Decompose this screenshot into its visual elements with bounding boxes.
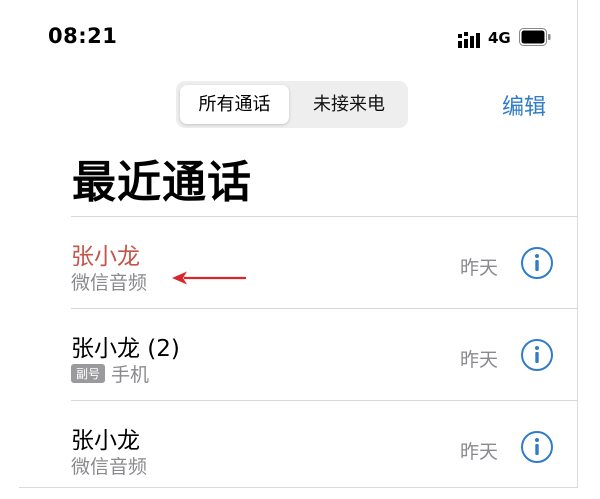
info-icon[interactable] [520, 338, 554, 372]
page-title: 最近通话 [72, 157, 252, 208]
info-icon[interactable] [520, 430, 554, 464]
call-filter-segmented-control: 所有通话 未接来电 [176, 81, 408, 128]
call-date: 昨天 [460, 349, 499, 371]
battery-icon [519, 28, 551, 46]
caller-name: 张小龙 [71, 244, 140, 270]
network-type: 4G [488, 29, 511, 47]
cellular-signal-icon [458, 32, 480, 48]
caller-name: 张小龙 [71, 428, 140, 454]
segment-all-calls[interactable]: 所有通话 [180, 85, 289, 124]
call-type-label: 微信音频 [71, 272, 148, 294]
call-date: 昨天 [460, 441, 499, 463]
call-date: 昨天 [460, 257, 499, 279]
status-time: 08:21 [48, 24, 118, 48]
status-bar: 08:21 4G [19, 0, 577, 70]
call-row-2[interactable]: 张小龙 (2) 副号 手机 昨天 [71, 309, 577, 400]
edit-button[interactable]: 编辑 [502, 89, 546, 121]
call-type-label: 微信音频 [71, 456, 148, 478]
red-arrow-annotation-icon [172, 271, 246, 285]
phone-screen: 08:21 4G 所有通话 未接来电 编辑 最近通话 张小龙 微信音频 昨天 张… [19, 0, 578, 488]
call-row-3[interactable]: 张小龙 微信音频 昨天 [71, 401, 577, 487]
caller-name: 张小龙 (2) [71, 336, 180, 362]
info-icon[interactable] [520, 246, 554, 280]
segment-missed-calls[interactable]: 未接来电 [294, 85, 404, 124]
secondary-number-badge: 副号 [71, 364, 106, 383]
call-row-1[interactable]: 张小龙 微信音频 昨天 [71, 217, 577, 308]
call-type-label: 副号 手机 [71, 360, 149, 387]
